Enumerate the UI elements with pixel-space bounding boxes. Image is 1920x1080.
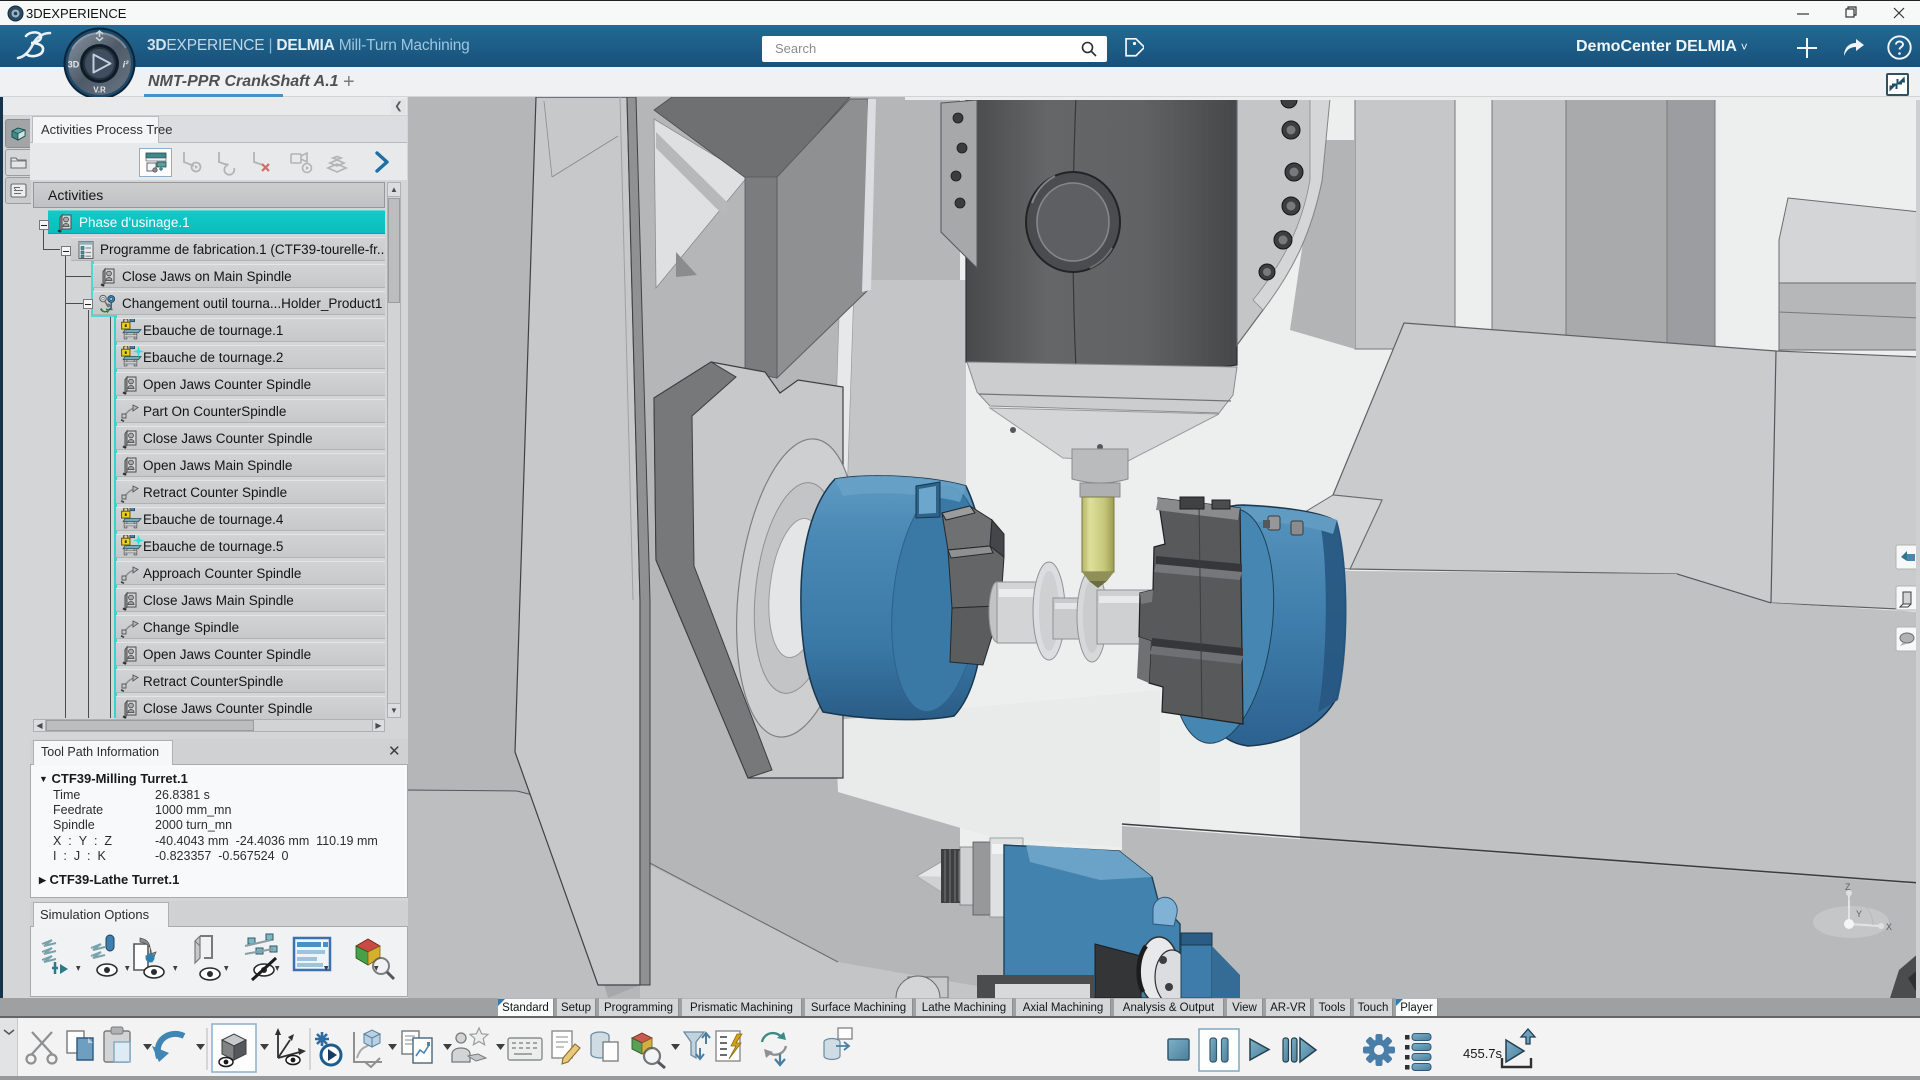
svg-text:X: X (1886, 922, 1892, 932)
svg-text:V.R: V.R (93, 86, 106, 95)
svg-text:3D: 3D (68, 60, 80, 70)
svg-text:Z: Z (1845, 882, 1851, 892)
svg-text:Y: Y (1856, 909, 1862, 919)
svg-text:i²: i² (123, 60, 130, 71)
